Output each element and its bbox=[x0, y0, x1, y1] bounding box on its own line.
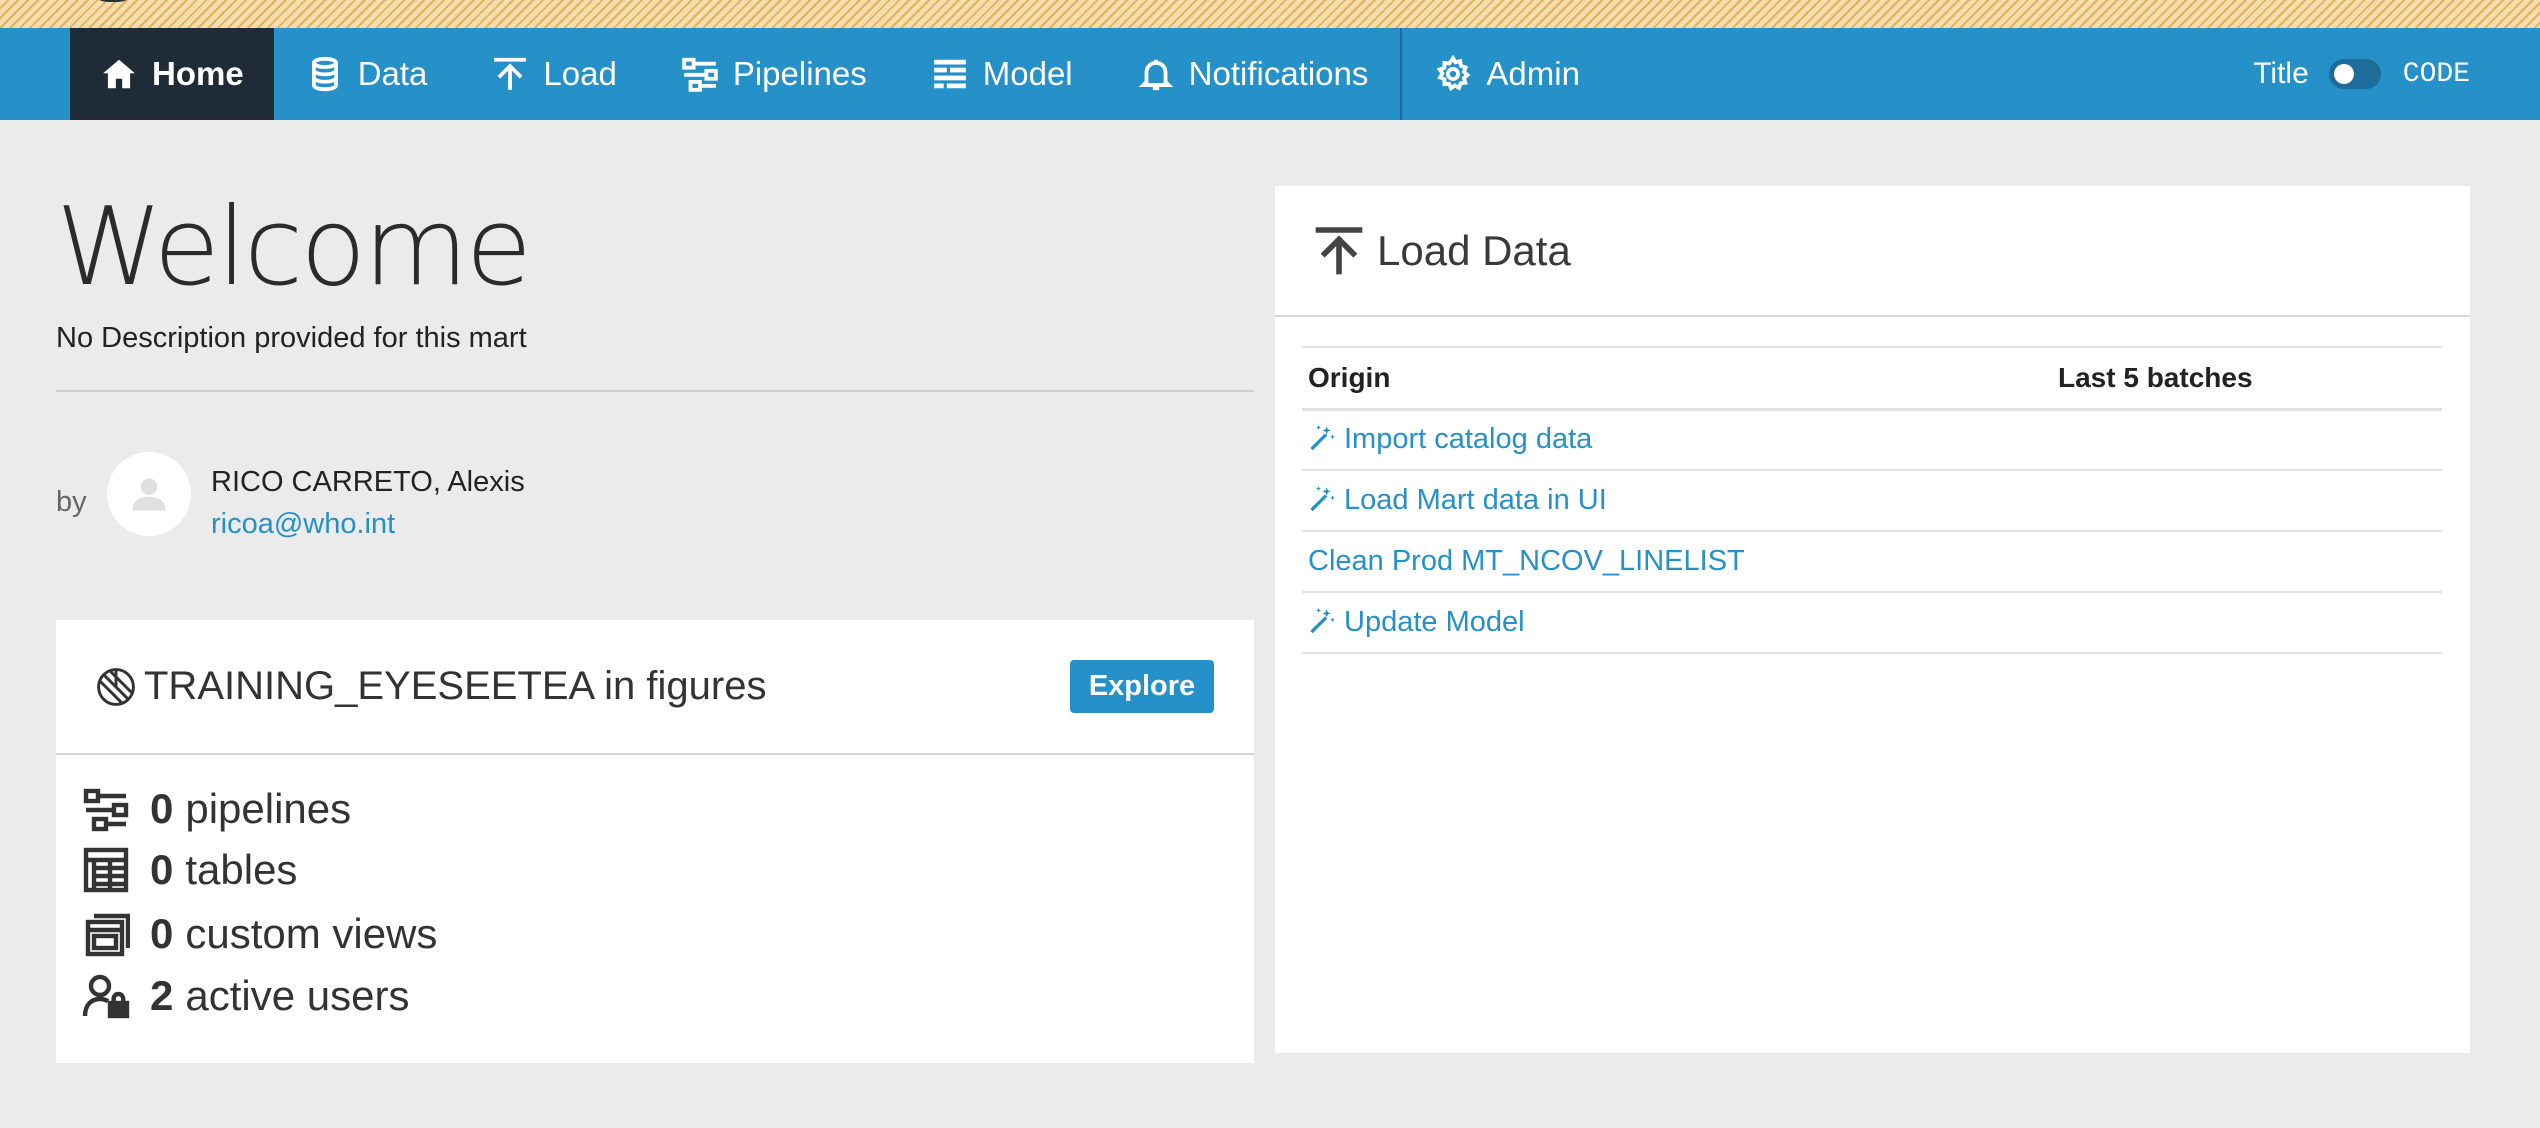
nav-home[interactable]: Home bbox=[70, 28, 274, 120]
load-item-label: Update Model bbox=[1344, 606, 1525, 638]
nav-home-label: Home bbox=[152, 55, 244, 92]
figures-card: TRAINING_EYESEETEA in figures Explore 0 … bbox=[56, 620, 1254, 1063]
by-label: by bbox=[56, 486, 87, 518]
stat-tables-label: tables bbox=[185, 846, 298, 893]
load-data-card: Load Data Origin Last 5 batches Import c… bbox=[1275, 186, 2470, 1053]
load-data-title: Load Data bbox=[1377, 226, 1571, 274]
pipelines-icon bbox=[682, 57, 718, 92]
nav-load[interactable]: Load bbox=[459, 28, 648, 120]
stat-pipelines-value: 0 bbox=[150, 785, 174, 832]
upload-icon bbox=[1315, 226, 1363, 274]
title-code-toggle[interactable] bbox=[2328, 59, 2381, 89]
toggle-code-label: CODE bbox=[2402, 58, 2470, 90]
chart-pie-icon bbox=[97, 667, 135, 706]
table-row: Clean Prod MT_NCOV_LINELIST bbox=[1302, 531, 2442, 593]
load-data-card-header: Load Data bbox=[1275, 186, 2470, 317]
stat-custom-views-value: 0 bbox=[150, 910, 174, 957]
table-row: Import catalog data bbox=[1302, 409, 2442, 471]
load-item-label: Import catalog data bbox=[1344, 423, 1593, 456]
load-item-update-model[interactable]: Update Model bbox=[1302, 592, 2052, 654]
table-icon bbox=[83, 847, 129, 893]
user-lock-icon bbox=[82, 974, 130, 1019]
magic-wand-icon bbox=[1310, 425, 1335, 451]
batches-cell bbox=[2052, 592, 2442, 654]
stat-tables-value: 0 bbox=[150, 846, 174, 893]
load-item-clean-prod[interactable]: Clean Prod MT_NCOV_LINELIST bbox=[1302, 531, 2052, 593]
upload-icon bbox=[494, 57, 527, 90]
column-origin: Origin bbox=[1302, 346, 2052, 411]
column-last-batches: Last 5 batches bbox=[2052, 346, 2442, 411]
nav-pipelines[interactable]: Pipelines bbox=[649, 28, 899, 120]
mart-description: No Description provided for this mart bbox=[56, 322, 527, 354]
gear-icon bbox=[1437, 55, 1471, 92]
views-icon bbox=[85, 913, 130, 957]
table-header-row: Origin Last 5 batches bbox=[1302, 346, 2442, 411]
pipelines-icon bbox=[83, 788, 129, 832]
display-mode-switch: Title CODE bbox=[2253, 28, 2470, 120]
figures-card-header: TRAINING_EYESEETEA in figures Explore bbox=[56, 620, 1254, 755]
database-icon bbox=[311, 56, 338, 92]
load-data-table: Origin Last 5 batches Import catalog dat… bbox=[1302, 346, 2442, 654]
nav-model[interactable]: Model bbox=[899, 28, 1105, 120]
nav-admin-label: Admin bbox=[1486, 55, 1580, 92]
figures-card-title: TRAINING_EYESEETEA in figures bbox=[144, 664, 767, 708]
nav-notifications[interactable]: Notifications bbox=[1105, 28, 1401, 120]
batches-cell bbox=[2052, 531, 2442, 593]
nav-model-label: Model bbox=[982, 55, 1073, 92]
divider bbox=[56, 390, 1254, 392]
load-item-load-mart-data[interactable]: Load Mart data in UI bbox=[1302, 470, 2052, 532]
stat-active-users-label: active users bbox=[185, 972, 410, 1019]
stat-pipelines-label: pipelines bbox=[185, 785, 352, 832]
nav-data[interactable]: Data bbox=[274, 28, 460, 120]
table-row: Load Mart data in UI bbox=[1302, 470, 2442, 532]
magic-wand-icon bbox=[1310, 608, 1335, 634]
load-item-label: Clean Prod MT_NCOV_LINELIST bbox=[1308, 545, 1745, 577]
user-placeholder-icon bbox=[132, 478, 166, 511]
nav-data-label: Data bbox=[357, 55, 428, 92]
page-title: Welcome bbox=[56, 185, 532, 310]
logo[interactable] bbox=[88, 0, 138, 2]
stat-tables: 0 tables bbox=[82, 846, 297, 894]
toggle-title-label: Title bbox=[2253, 57, 2309, 90]
nav-notifications-label: Notifications bbox=[1188, 55, 1369, 92]
nav-pipelines-label: Pipelines bbox=[732, 55, 867, 92]
nav-load-label: Load bbox=[543, 55, 617, 92]
magic-wand-icon bbox=[1310, 486, 1335, 512]
explore-button[interactable]: Explore bbox=[1070, 660, 1214, 713]
home-icon bbox=[103, 59, 135, 89]
stat-pipelines: 0 pipelines bbox=[82, 785, 351, 833]
bell-icon bbox=[1138, 59, 1173, 91]
batches-cell bbox=[2052, 470, 2442, 532]
batches-cell bbox=[2052, 409, 2442, 471]
avatar bbox=[107, 452, 191, 536]
environment-banner bbox=[0, 0, 2540, 28]
owner-name: RICO CARRETO, Alexis bbox=[211, 466, 525, 498]
table-row: Update Model bbox=[1302, 592, 2442, 654]
stat-custom-views-label: custom views bbox=[185, 910, 438, 957]
stat-active-users: 2 active users bbox=[82, 972, 409, 1020]
model-icon bbox=[933, 59, 966, 89]
owner-email-link[interactable]: ricoa@who.int bbox=[211, 508, 395, 541]
load-item-import-catalog[interactable]: Import catalog data bbox=[1302, 409, 2052, 471]
stat-custom-views: 0 custom views bbox=[82, 910, 437, 958]
top-navbar: Home Data Load Pipelines Model Notificat… bbox=[0, 28, 2540, 120]
nav-admin[interactable]: Admin bbox=[1402, 28, 1612, 120]
load-item-label: Load Mart data in UI bbox=[1344, 484, 1607, 516]
stat-active-users-value: 2 bbox=[150, 972, 174, 1019]
